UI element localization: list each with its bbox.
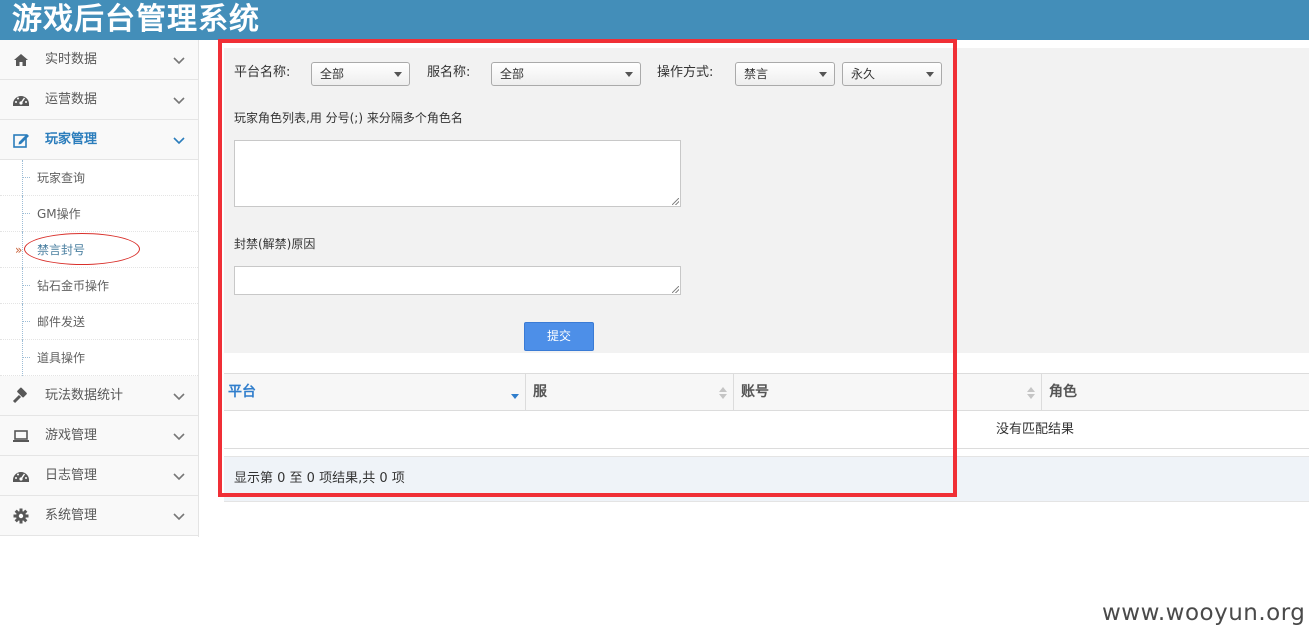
tree-line (22, 340, 23, 376)
dashboard-icon (12, 467, 30, 485)
empty-result-text: 没有匹配结果 (996, 422, 1075, 437)
home-icon (12, 51, 30, 69)
tree-line (22, 268, 23, 304)
player-management-submenu: 玩家查询 GM操作 » 禁言封号 钻石金币操作 邮件发送 道具操作 (0, 160, 198, 376)
gavel-icon (12, 387, 30, 405)
submenu-item-diamond-gold[interactable]: 钻石金币操作 (0, 268, 198, 304)
sort-both-icon (1027, 385, 1035, 401)
column-header-role[interactable]: 角色 (1042, 374, 1309, 411)
sidebar-item-gameplay-stats[interactable]: 玩法数据统计 (0, 376, 198, 416)
tree-line (22, 196, 23, 232)
gear-icon (12, 507, 30, 525)
submenu-item-player-query[interactable]: 玩家查询 (0, 160, 198, 196)
sidebar-item-label: 实时数据 (45, 52, 98, 67)
current-marker-icon: » (15, 243, 23, 257)
watermark: www.wooyun.org (1102, 600, 1306, 626)
app-title: 游戏后台管理系统 (12, 2, 260, 37)
submenu-item-gm-operation[interactable]: GM操作 (0, 196, 198, 232)
chevron-down-icon (172, 91, 186, 109)
submenu-item-item-operation[interactable]: 道具操作 (0, 340, 198, 376)
laptop-icon (12, 427, 30, 445)
chevron-down-icon (172, 427, 186, 445)
submenu-item-label: 邮件发送 (37, 315, 86, 329)
sidebar-item-label: 日志管理 (45, 468, 98, 483)
sidebar-item-operations-data[interactable]: 运营数据 (0, 80, 198, 120)
tree-tick (22, 357, 30, 358)
column-header-label: 角色 (1049, 384, 1077, 400)
sidebar-item-log-management[interactable]: 日志管理 (0, 456, 198, 496)
annotation-circle (24, 233, 140, 265)
edit-icon (12, 131, 30, 149)
dashboard-icon (12, 91, 30, 109)
submenu-item-mail-send[interactable]: 邮件发送 (0, 304, 198, 340)
chevron-down-icon (172, 507, 186, 525)
chevron-down-icon (172, 387, 186, 405)
sidebar-item-player-management[interactable]: 玩家管理 (0, 120, 198, 160)
submenu-item-mute-ban[interactable]: » 禁言封号 (0, 232, 198, 268)
submenu-item-label: 道具操作 (37, 351, 86, 365)
sidebar-item-system-management[interactable]: 系统管理 (0, 496, 198, 536)
tree-line (22, 304, 23, 340)
tree-tick (22, 213, 30, 214)
chevron-down-icon (172, 51, 186, 69)
sidebar-item-label: 玩法数据统计 (45, 388, 124, 403)
submenu-item-label: GM操作 (37, 207, 81, 221)
sidebar-item-game-management[interactable]: 游戏管理 (0, 416, 198, 456)
annotation-highlight-box (218, 39, 957, 497)
tree-tick (22, 177, 30, 178)
tree-tick (22, 321, 30, 322)
sidebar: 实时数据 运营数据 玩家管理 玩家查询 GM操作 » 禁言封号 钻石金币操作 邮… (0, 40, 199, 537)
chevron-down-icon (172, 131, 186, 149)
chevron-down-icon (172, 467, 186, 485)
tree-tick (22, 285, 30, 286)
top-navbar: 游戏后台管理系统 (0, 0, 1309, 40)
sidebar-item-label: 运营数据 (45, 92, 98, 107)
submenu-item-label: 玩家查询 (37, 171, 86, 185)
sidebar-item-label: 玩家管理 (45, 132, 98, 147)
sidebar-item-label: 系统管理 (45, 508, 98, 523)
submenu-item-label: 钻石金币操作 (37, 279, 110, 293)
sidebar-item-label: 游戏管理 (45, 428, 98, 443)
sidebar-item-realtime-data[interactable]: 实时数据 (0, 40, 198, 80)
tree-line (22, 160, 23, 196)
